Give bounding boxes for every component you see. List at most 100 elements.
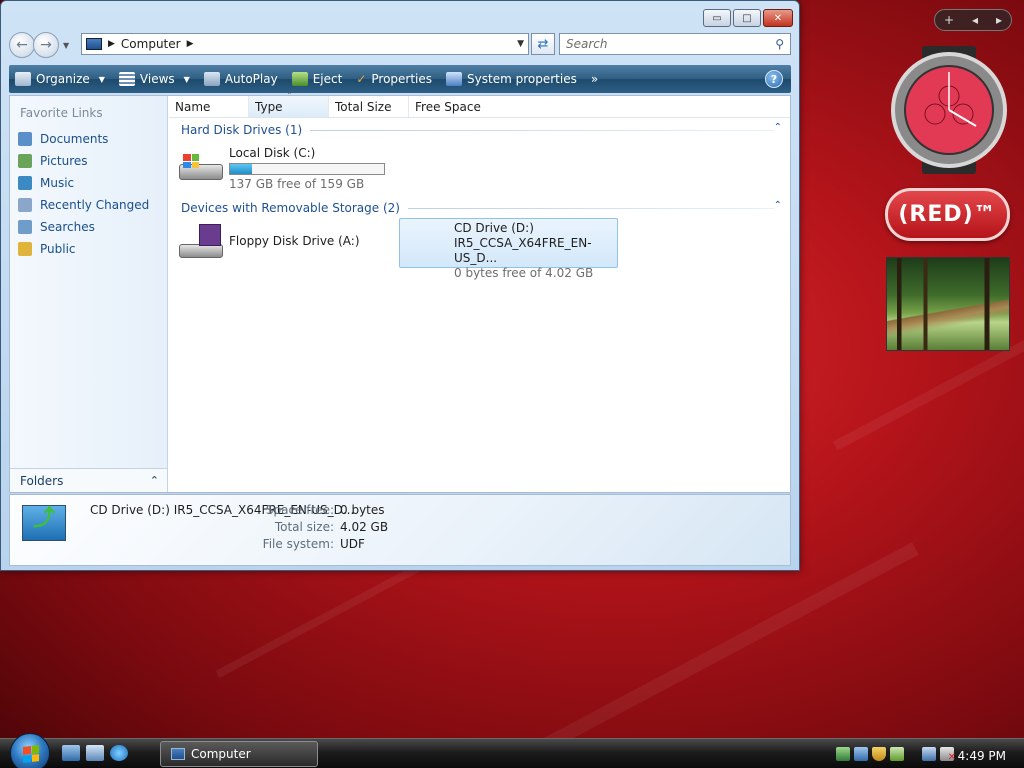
drive-floppy-a[interactable]: Floppy Disk Drive (A:) [177, 222, 360, 262]
chevron-up-icon: ⌃ [149, 474, 159, 487]
taskbar-button-computer[interactable]: Computer [160, 741, 318, 767]
favorite-link-recently-changed[interactable]: Recently Changed [10, 194, 167, 216]
system-properties-icon [446, 72, 463, 86]
breadcrumb-chevron-icon[interactable]: ▶ [187, 39, 194, 49]
favorite-links-list: Documents Pictures Music Recently Change… [10, 128, 167, 260]
favorite-link-documents[interactable]: Documents [10, 128, 167, 150]
views-icon [118, 72, 135, 86]
group-divider [407, 207, 774, 209]
autoplay-button[interactable]: AutoPlay [203, 72, 278, 86]
search-icon[interactable]: ⚲ [775, 37, 784, 51]
close-button[interactable]: ✕ [763, 9, 793, 27]
safely-remove-hardware-icon[interactable] [890, 747, 904, 761]
breadcrumb-separator-icon: ▶ [108, 39, 115, 49]
back-button[interactable]: ← [9, 32, 35, 58]
eject-button[interactable]: Eject [291, 72, 343, 86]
red-logo-text: (RED)™ [898, 202, 997, 227]
recent-pages-dropdown[interactable]: ▼ [63, 41, 69, 50]
details-properties: Space free: 0 bytes Total size: 4.02 GB … [260, 503, 388, 551]
forest-photo [887, 258, 1009, 350]
system-properties-label: System properties [467, 72, 577, 86]
space-free-label: Space free: [265, 503, 334, 517]
system-properties-button[interactable]: System properties [446, 72, 577, 86]
refresh-icon: ⇄ [537, 36, 549, 52]
favorite-link-music[interactable]: Music [10, 172, 167, 194]
wallpaper-streak [541, 542, 919, 752]
column-header-name[interactable]: Name [169, 96, 249, 117]
drive-local-disk-c[interactable]: Local Disk (C:) 137 GB free of 159 GB [177, 146, 385, 192]
red-gadget[interactable]: (RED)™ [885, 188, 1010, 241]
properties-button[interactable]: ✓ Properties [356, 72, 432, 86]
column-header-free-space[interactable]: Free Space [409, 96, 489, 117]
group-header-removable[interactable]: Devices with Removable Storage (2) [169, 196, 790, 216]
start-button[interactable] [10, 733, 50, 768]
group-title-removable: Devices with Removable Storage (2) [181, 201, 400, 215]
next-gadgets-button[interactable]: ▸ [996, 13, 1002, 27]
more-commands-button[interactable]: » [591, 72, 598, 86]
help-icon: ? [770, 72, 778, 86]
internet-explorer-icon[interactable] [110, 745, 128, 761]
group-header-hard-disks[interactable]: Hard Disk Drives (1) [169, 118, 790, 138]
views-label: Views [139, 72, 175, 86]
search-input[interactable]: Search ⚲ [559, 33, 791, 55]
disk-usage-fill [230, 164, 252, 174]
favorite-link-label: Music [40, 176, 75, 190]
slideshow-gadget[interactable] [886, 257, 1010, 351]
breadcrumb-computer[interactable]: Computer [121, 37, 181, 51]
show-desktop-icon[interactable] [62, 745, 80, 761]
caption-buttons: ▭ □ ✕ [703, 9, 793, 27]
properties-label: Properties [371, 72, 433, 86]
more-chevron-icon: » [590, 72, 599, 86]
minimize-button[interactable]: ▭ [703, 9, 731, 27]
volume-muted-icon[interactable]: ✕ [940, 747, 956, 763]
cd-drive-icon: ⤴ [22, 505, 66, 541]
switch-windows-icon[interactable] [86, 745, 104, 761]
notification-area: ✕ 4:49 PM [836, 743, 1022, 765]
drive-name: CD Drive (D:) [454, 221, 534, 235]
drive-name: Floppy Disk Drive (A:) [229, 234, 360, 248]
views-button[interactable]: Views ▼ [118, 72, 190, 86]
favorite-link-pictures[interactable]: Pictures [10, 150, 167, 172]
favorite-link-label: Searches [40, 220, 95, 234]
drive-cd-d[interactable]: CD Drive (D:) IR5_CCSA_X64FRE_EN-US_D...… [399, 218, 618, 280]
details-pane: ⤴ CD Drive (D:) IR5_CCSA_X64FRE_EN-US_D.… [9, 494, 791, 566]
content-area: Favorite Links Documents Pictures Music … [9, 92, 791, 493]
autoplay-label: AutoPlay [224, 72, 278, 86]
space-free-value: 0 bytes [340, 503, 385, 517]
computer-icon [171, 748, 185, 760]
column-header-total-size[interactable]: Total Size [329, 96, 409, 117]
network-icon[interactable] [836, 747, 850, 761]
file-list-pane: Name Type Total Size Free Space Hard Dis… [169, 92, 790, 492]
address-dropdown-icon[interactable]: ▼ [517, 39, 524, 49]
favorite-link-label: Documents [40, 132, 109, 146]
previous-gadgets-button[interactable]: ◂ [972, 13, 978, 27]
help-button[interactable]: ? [765, 70, 783, 88]
pictures-icon [18, 154, 32, 168]
command-bar: Organize ▼ Views ▼ AutoPlay Eject ✓ Prop… [9, 65, 791, 93]
favorite-link-public[interactable]: Public [10, 238, 167, 260]
organize-button[interactable]: Organize ▼ [15, 72, 105, 86]
collapse-group-icon[interactable]: ⌃ [774, 200, 782, 211]
clock-gadget[interactable] [888, 46, 1010, 174]
favorite-link-searches[interactable]: Searches [10, 216, 167, 238]
network-icon[interactable] [854, 747, 868, 761]
folders-toggle[interactable]: Folders ⌃ [10, 468, 167, 492]
total-size-value: 4.02 GB [340, 520, 389, 534]
public-folder-icon [18, 242, 32, 256]
forward-button[interactable]: → [33, 32, 59, 58]
maximize-button[interactable]: □ [733, 9, 761, 27]
group-title-hard-disks: Hard Disk Drives (1) [181, 123, 303, 137]
group-divider [310, 129, 774, 131]
column-header-type[interactable]: Type [249, 92, 329, 117]
eject-label: Eject [312, 72, 343, 86]
organize-icon [15, 72, 31, 86]
network-connection-icon[interactable] [922, 747, 936, 761]
collapse-group-icon[interactable]: ⌃ [774, 122, 782, 133]
taskbar-clock[interactable]: 4:49 PM [958, 749, 1006, 763]
add-gadget-button[interactable]: + [944, 13, 954, 27]
computer-icon [86, 38, 102, 50]
refresh-button[interactable]: ⇄ [531, 33, 555, 55]
documents-icon [18, 132, 32, 146]
address-bar[interactable]: ▶ Computer ▶ ▼ [81, 33, 529, 55]
security-shield-icon[interactable] [872, 747, 886, 761]
